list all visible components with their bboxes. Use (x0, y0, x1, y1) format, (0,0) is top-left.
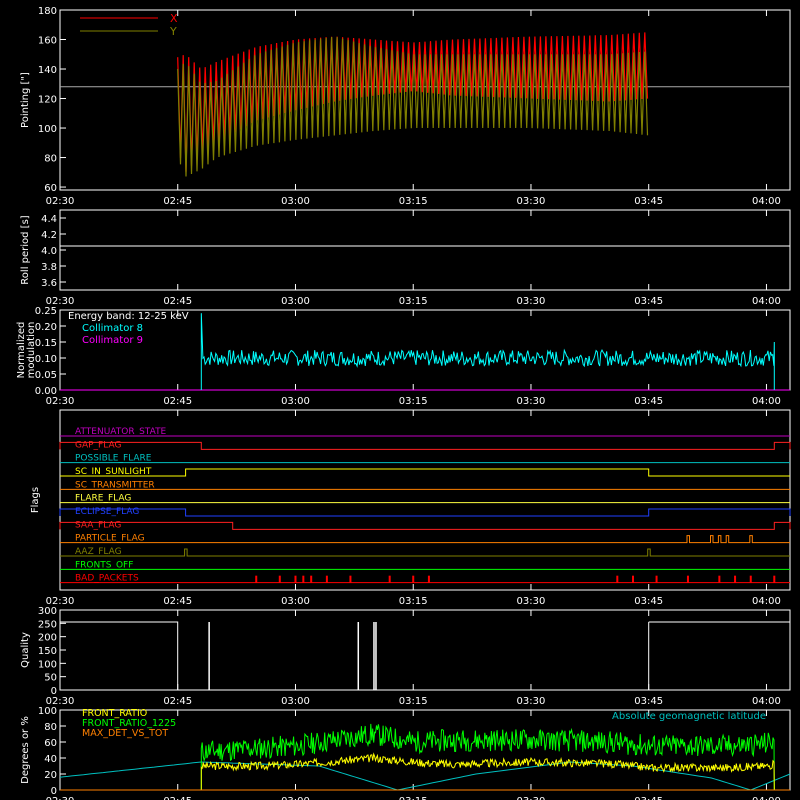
y-tick-label: 100 (38, 124, 57, 135)
y-tick-label: 40 (44, 754, 57, 765)
x-tick-label: 03:15 (399, 696, 428, 707)
x-tick-label: 03:15 (399, 396, 428, 407)
legend-label-y: Y (169, 25, 177, 38)
x-tick-label: 03:45 (634, 696, 663, 707)
x-tick-label: 04:00 (752, 796, 781, 800)
x-tick-label: 02:30 (46, 196, 75, 207)
x-tick-label: 04:00 (752, 596, 781, 607)
y-tick-label: 200 (38, 633, 57, 644)
x-tick-label: 03:45 (634, 396, 663, 407)
y-tick-label: 4.4 (41, 214, 57, 225)
flag-trace-particle_flag (60, 535, 790, 544)
y-tick-label: 60 (44, 183, 57, 194)
x-tick-label: 03:30 (517, 796, 546, 800)
y-tick-label: 4.2 (41, 230, 57, 241)
y-tick-label: 140 (38, 65, 57, 76)
y-tick-label: 300 (38, 606, 57, 617)
x-tick-label: 03:00 (281, 596, 310, 607)
y-tick-label: 0.00 (35, 386, 57, 397)
y-axis-label: modulation (26, 322, 37, 379)
series-collimator-8-line (200, 313, 775, 390)
geomagnetic-latitude-annotation: Absolute geomagnetic latitude (612, 711, 766, 722)
y-tick-label: 0.15 (35, 338, 57, 349)
x-tick-label: 03:45 (634, 596, 663, 607)
y-axis-label: Degrees or % (20, 716, 31, 784)
y-tick-label: 0.10 (35, 354, 57, 365)
energy-band-annotation: Energy band: 12-25 keV (68, 311, 189, 322)
y-tick-label: 80 (44, 722, 57, 733)
x-tick-label: 03:00 (281, 796, 310, 800)
x-tick-label: 04:00 (752, 296, 781, 307)
x-tick-label: 03:30 (517, 296, 546, 307)
x-tick-label: 03:15 (399, 296, 428, 307)
y-tick-label: 0.25 (35, 306, 57, 317)
x-tick-label: 03:45 (634, 196, 663, 207)
x-tick-label: 03:30 (517, 696, 546, 707)
panel-2-frame (59, 309, 791, 391)
y-tick-label: 4.0 (41, 246, 57, 257)
y-axis-label: Quality (20, 632, 31, 668)
series-front-ratio-1225-line (200, 723, 775, 791)
x-tick-label: 04:00 (752, 396, 781, 407)
y-tick-label: 250 (38, 619, 57, 630)
flag-trace-eclipse_flag (59, 508, 791, 517)
y-axis-label: Pointing ["] (20, 72, 31, 128)
x-tick-label: 03:00 (281, 396, 310, 407)
x-tick-label: 03:15 (399, 796, 428, 800)
x-tick-label: 03:00 (281, 296, 310, 307)
x-tick-label: 03:00 (281, 196, 310, 207)
y-tick-label: 0.05 (35, 370, 57, 381)
flag-trace-aaz_flag (60, 548, 790, 557)
x-tick-label: 03:00 (281, 696, 310, 707)
y-axis-label: Flags (30, 487, 41, 513)
x-tick-label: 03:30 (517, 396, 546, 407)
x-tick-label: 03:15 (399, 196, 428, 207)
y-tick-label: 0 (51, 686, 57, 697)
y-tick-label: 80 (44, 154, 57, 165)
y-tick-label: 0.20 (35, 322, 57, 333)
y-tick-label: 150 (38, 646, 57, 657)
y-tick-label: 3.6 (41, 278, 57, 289)
y-tick-label: 160 (38, 36, 57, 47)
x-tick-label: 02:30 (46, 396, 75, 407)
legend-label-x: X (170, 12, 178, 25)
y-tick-label: 3.8 (41, 262, 57, 273)
y-axis-label: Roll period [s] (20, 215, 31, 284)
legend-label-max-det-vs-tot: MAX_DET_VS_TOT (82, 728, 168, 739)
x-tick-label: 03:30 (517, 596, 546, 607)
y-tick-label: 100 (38, 706, 57, 717)
stacked-telemetry-chart: 02:30 02:45 03:00 03:15 03:30 03:45 04:00 60 80 1… (16, 6, 791, 800)
y-tick-label: 180 (38, 6, 57, 17)
x-tick-label: 02:45 (163, 296, 192, 307)
x-tick-label: 02:45 (163, 396, 192, 407)
y-tick-label: 120 (38, 95, 57, 106)
x-tick-label: 03:30 (517, 196, 546, 207)
y-tick-label: 100 (38, 659, 57, 670)
quality-level-line (60, 621, 179, 690)
legend-label-collimator: Collimator 9 (82, 335, 143, 346)
flag-trace-sc_in_sunlight (60, 468, 790, 477)
panel-3-frame (59, 409, 791, 591)
x-tick-label: 02:45 (163, 596, 192, 607)
x-tick-label: 03:45 (634, 796, 663, 800)
panel-1-frame (59, 209, 791, 291)
x-tick-label: 03:45 (634, 296, 663, 307)
x-tick-label: 04:00 (752, 196, 781, 207)
y-tick-label: 60 (44, 738, 57, 749)
y-tick-label: 0 (51, 786, 57, 797)
flag-trace-gap_flag (59, 441, 791, 450)
flag-trace-saa_flag (59, 521, 791, 530)
y-tick-label: 50 (44, 673, 57, 684)
x-tick-label: 02:45 (163, 696, 192, 707)
x-tick-label: 03:15 (399, 596, 428, 607)
y-tick-label: 20 (44, 770, 57, 781)
legend-label-collimator: Collimator 8 (82, 323, 143, 334)
x-tick-label: 02:45 (163, 196, 192, 207)
x-tick-label: 02:45 (163, 796, 192, 800)
x-tick-label: 04:00 (752, 696, 781, 707)
